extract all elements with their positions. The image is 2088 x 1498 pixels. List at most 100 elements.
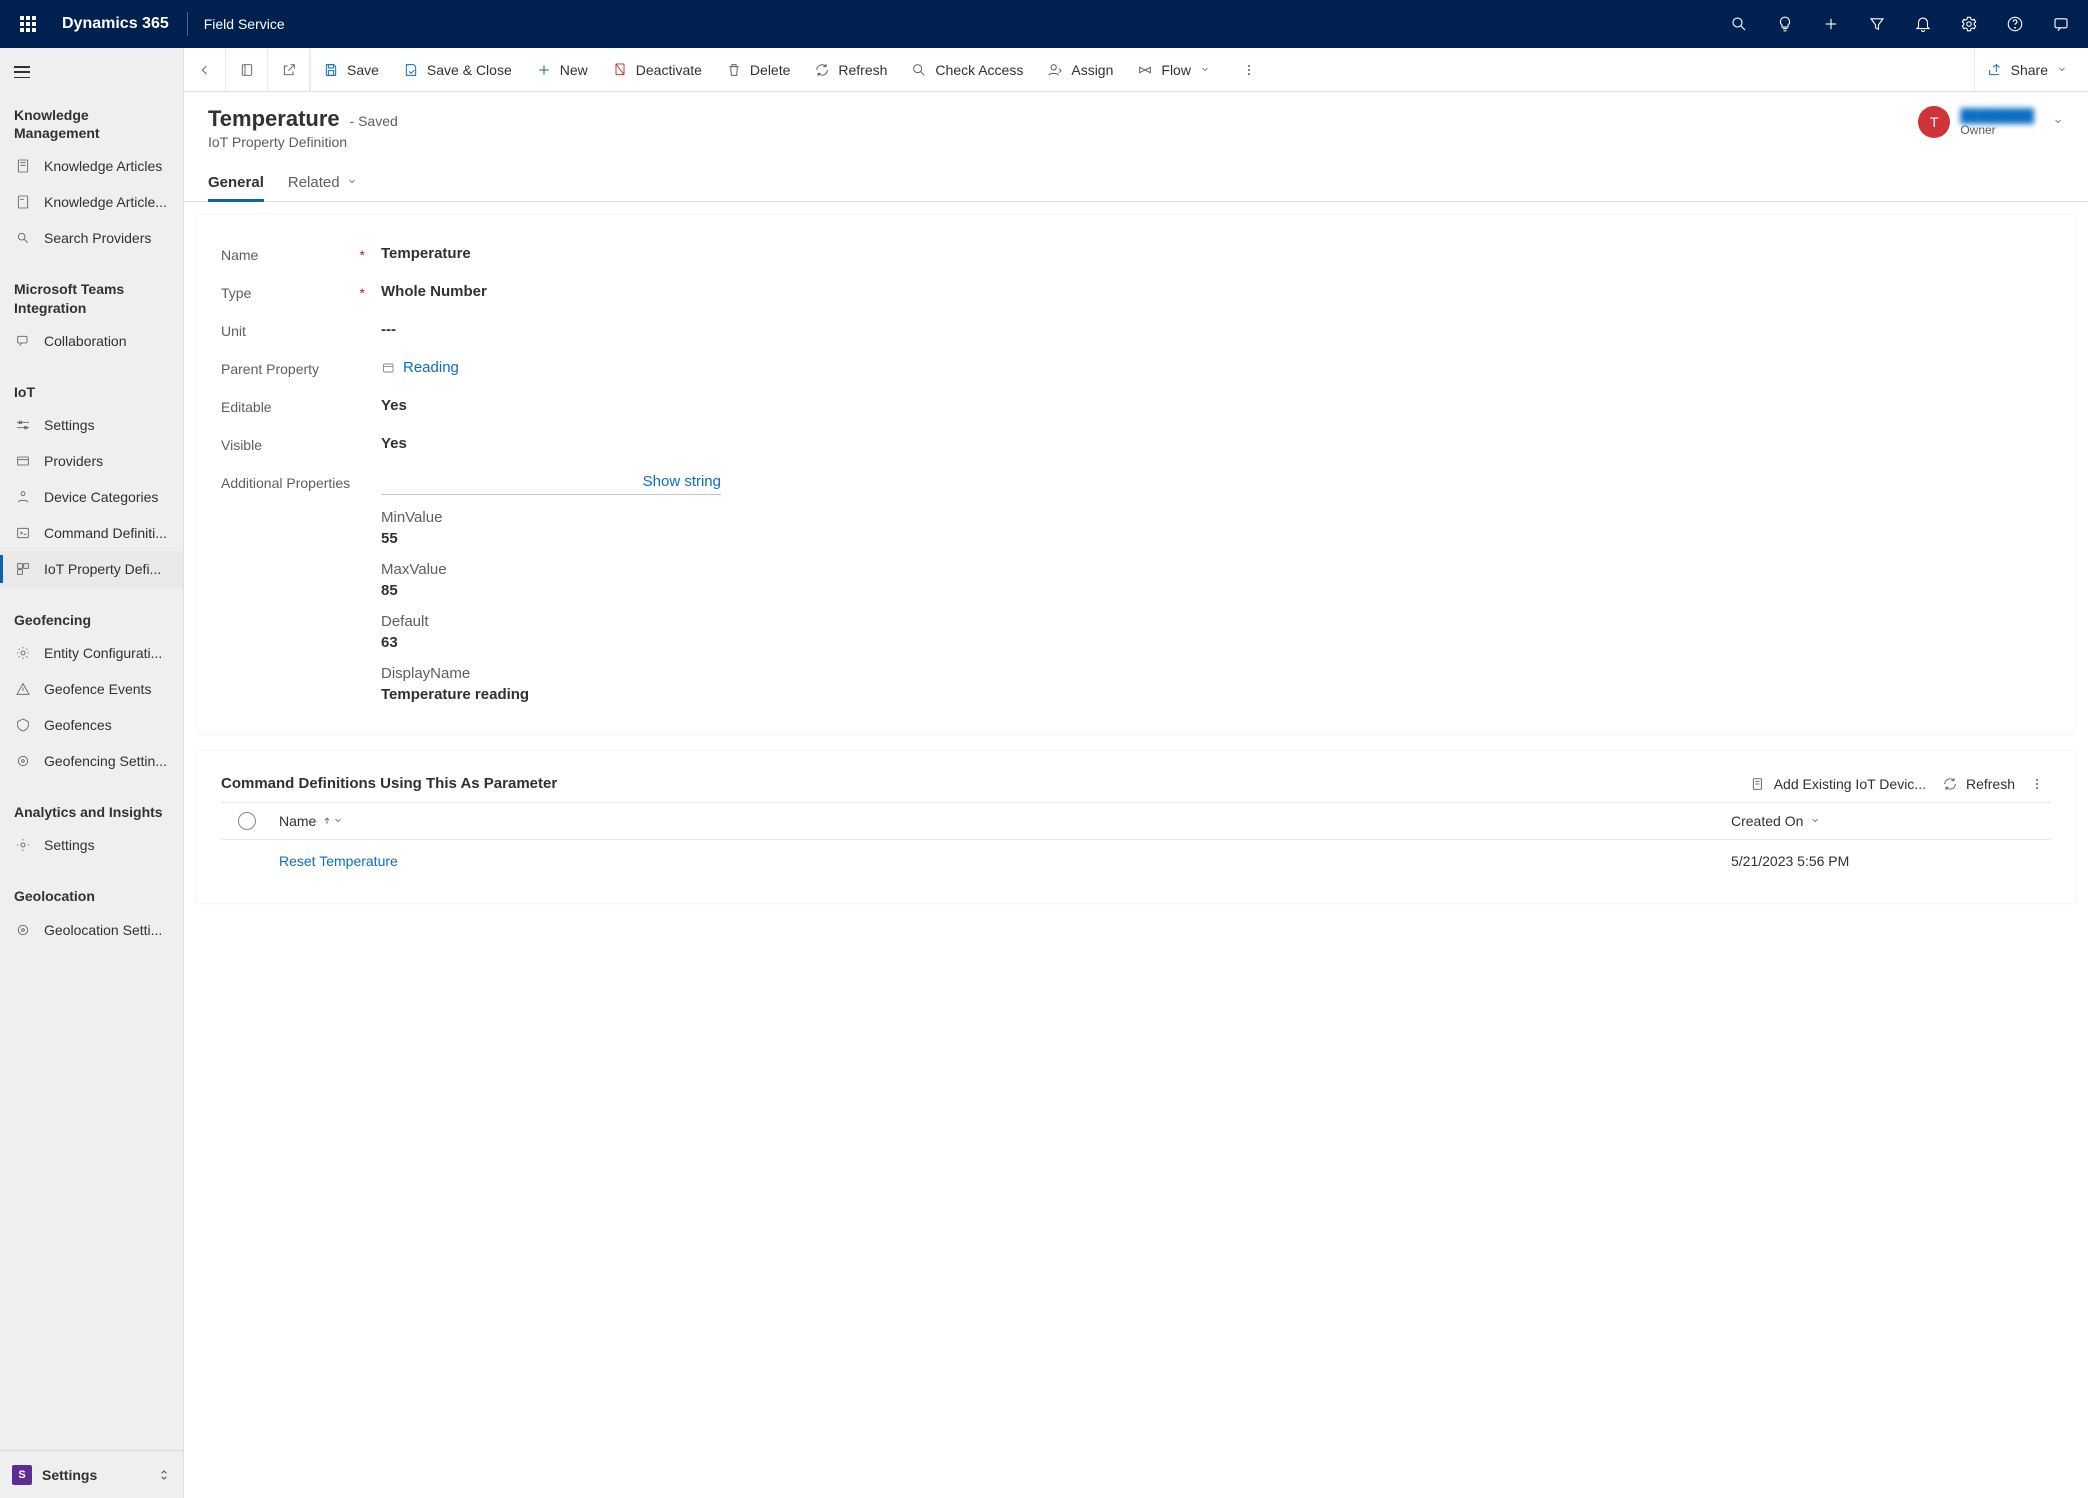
sidebar-item-knowledge-articles[interactable]: Knowledge Articles: [0, 148, 183, 184]
row-name-link[interactable]: Reset Temperature: [279, 853, 398, 869]
sidebar-item-entity-config[interactable]: Entity Configurati...: [0, 635, 183, 671]
grid-row[interactable]: Reset Temperature 5/21/2023 5:56 PM: [221, 840, 2051, 882]
app-launcher-button[interactable]: [4, 0, 52, 48]
sidebar-item-iot-settings[interactable]: Settings: [0, 407, 183, 443]
assistant-button[interactable]: [2038, 0, 2084, 48]
select-all-checkbox[interactable]: [221, 812, 273, 830]
assign-label: Assign: [1071, 62, 1113, 78]
owner-block[interactable]: T ████████ Owner: [1918, 106, 2064, 138]
check-access-button[interactable]: Check Access: [899, 48, 1035, 91]
prop-value-maxvalue[interactable]: 85: [381, 582, 721, 599]
prop-label-minvalue: MinValue: [381, 509, 721, 526]
sidebar-item-collaboration[interactable]: Collaboration: [0, 323, 183, 359]
sidebar-item-iot-providers[interactable]: Providers: [0, 443, 183, 479]
brand-name[interactable]: Dynamics 365: [52, 15, 179, 33]
share-button[interactable]: Share: [1974, 48, 2088, 91]
column-header-created-on[interactable]: Created On: [1731, 813, 2051, 829]
command-overflow-button[interactable]: [1231, 48, 1267, 91]
sort-asc-icon: [322, 813, 332, 829]
parent-property-link[interactable]: Reading: [403, 359, 459, 376]
refresh-button[interactable]: Refresh: [802, 48, 899, 91]
refresh-icon: [1942, 776, 1958, 792]
field-value-unit[interactable]: ---: [381, 321, 721, 338]
module-name[interactable]: Field Service: [196, 16, 293, 32]
refresh-label: Refresh: [838, 62, 887, 78]
sidebar-group-title: Microsoft Teams Integration: [0, 270, 183, 322]
subgrid-refresh-button[interactable]: Refresh: [1942, 776, 2015, 792]
sidebar-item-label: Geofencing Settin...: [44, 753, 167, 769]
waffle-icon: [20, 16, 36, 32]
alert-icon: [14, 680, 32, 698]
settings-button[interactable]: [1946, 0, 1992, 48]
tab-general[interactable]: General: [208, 164, 264, 201]
prop-value-default[interactable]: 63: [381, 634, 721, 651]
sidebar-item-search-providers[interactable]: Search Providers: [0, 220, 183, 256]
updown-icon: [157, 1468, 171, 1482]
chevron-down-icon: [1199, 62, 1219, 78]
back-button[interactable]: [184, 48, 226, 91]
column-header-name[interactable]: Name: [273, 813, 1731, 829]
plus-icon: [536, 62, 552, 78]
add-existing-button[interactable]: Add Existing IoT Devic...: [1750, 776, 1926, 792]
property-icon: [14, 560, 32, 578]
search-button[interactable]: [1716, 0, 1762, 48]
settings-icon: [14, 416, 32, 434]
row-created-on: 5/21/2023 5:56 PM: [1731, 853, 2051, 869]
subgrid-overflow-button[interactable]: [2023, 776, 2051, 792]
flow-button[interactable]: Flow: [1125, 48, 1231, 91]
field-value-type[interactable]: Whole Number: [381, 283, 721, 300]
save-close-button[interactable]: Save & Close: [391, 48, 524, 91]
site-map-sidebar: Knowledge Management Knowledge Articles …: [0, 48, 184, 1498]
assign-button[interactable]: Assign: [1035, 48, 1125, 91]
sidebar-group-title: Geofencing: [0, 601, 183, 635]
chevron-down-icon[interactable]: [2052, 114, 2064, 130]
deactivate-label: Deactivate: [636, 62, 702, 78]
sidebar-item-iot-property-definitions[interactable]: IoT Property Defi...: [0, 551, 183, 587]
open-new-window-button[interactable]: [268, 48, 310, 91]
sidebar-item-geofencing-settings[interactable]: Geofencing Settin...: [0, 743, 183, 779]
add-existing-icon: [1750, 776, 1766, 792]
share-icon: [1987, 62, 2003, 78]
flow-icon: [1137, 62, 1153, 78]
show-string-link[interactable]: Show string: [643, 473, 721, 490]
field-value-name[interactable]: Temperature: [381, 245, 721, 262]
sidebar-item-label: Knowledge Articles: [44, 158, 162, 174]
field-value-editable[interactable]: Yes: [381, 397, 721, 414]
sidebar-item-geolocation-settings[interactable]: Geolocation Setti...: [0, 912, 183, 948]
advanced-find-button[interactable]: [1854, 0, 1900, 48]
help-button[interactable]: [1992, 0, 2038, 48]
sidebar-item-device-categories[interactable]: Device Categories: [0, 479, 183, 515]
notifications-button[interactable]: [1900, 0, 1946, 48]
save-close-icon: [403, 62, 419, 78]
deactivate-button[interactable]: Deactivate: [600, 48, 714, 91]
panel-icon: [239, 62, 255, 78]
quick-create-button[interactable]: [1808, 0, 1854, 48]
sidebar-group-title: IoT: [0, 373, 183, 407]
sidebar-toggle-button[interactable]: [0, 48, 183, 96]
grid-header: Name Created On: [221, 802, 2051, 840]
prop-value-displayname[interactable]: Temperature reading: [381, 686, 721, 703]
sidebar-item-geofence-events[interactable]: Geofence Events: [0, 671, 183, 707]
sidebar-item-label: Command Definiti...: [44, 525, 167, 541]
share-label: Share: [2011, 62, 2048, 78]
insights-button[interactable]: [1762, 0, 1808, 48]
area-switcher[interactable]: S Settings: [0, 1450, 183, 1498]
field-value-parent-property[interactable]: Reading: [381, 359, 721, 376]
chevron-down-icon: [1809, 813, 1821, 829]
sidebar-item-geofences[interactable]: Geofences: [0, 707, 183, 743]
prop-label-displayname: DisplayName: [381, 665, 721, 682]
field-value-visible[interactable]: Yes: [381, 435, 721, 452]
delete-button[interactable]: Delete: [714, 48, 802, 91]
prop-value-minvalue[interactable]: 55: [381, 530, 721, 547]
sidebar-item-command-definitions[interactable]: Command Definiti...: [0, 515, 183, 551]
sidebar-item-analytics-settings[interactable]: Settings: [0, 827, 183, 863]
more-vertical-icon: [1241, 62, 1257, 78]
sidebar-item-knowledge-article-templates[interactable]: Knowledge Article...: [0, 184, 183, 220]
new-label: New: [560, 62, 588, 78]
template-icon: [14, 193, 32, 211]
open-record-set-button[interactable]: [226, 48, 268, 91]
tab-related[interactable]: Related: [288, 164, 358, 201]
new-button[interactable]: New: [524, 48, 600, 91]
sidebar-item-label: Entity Configurati...: [44, 645, 162, 661]
save-button[interactable]: Save: [311, 48, 391, 91]
